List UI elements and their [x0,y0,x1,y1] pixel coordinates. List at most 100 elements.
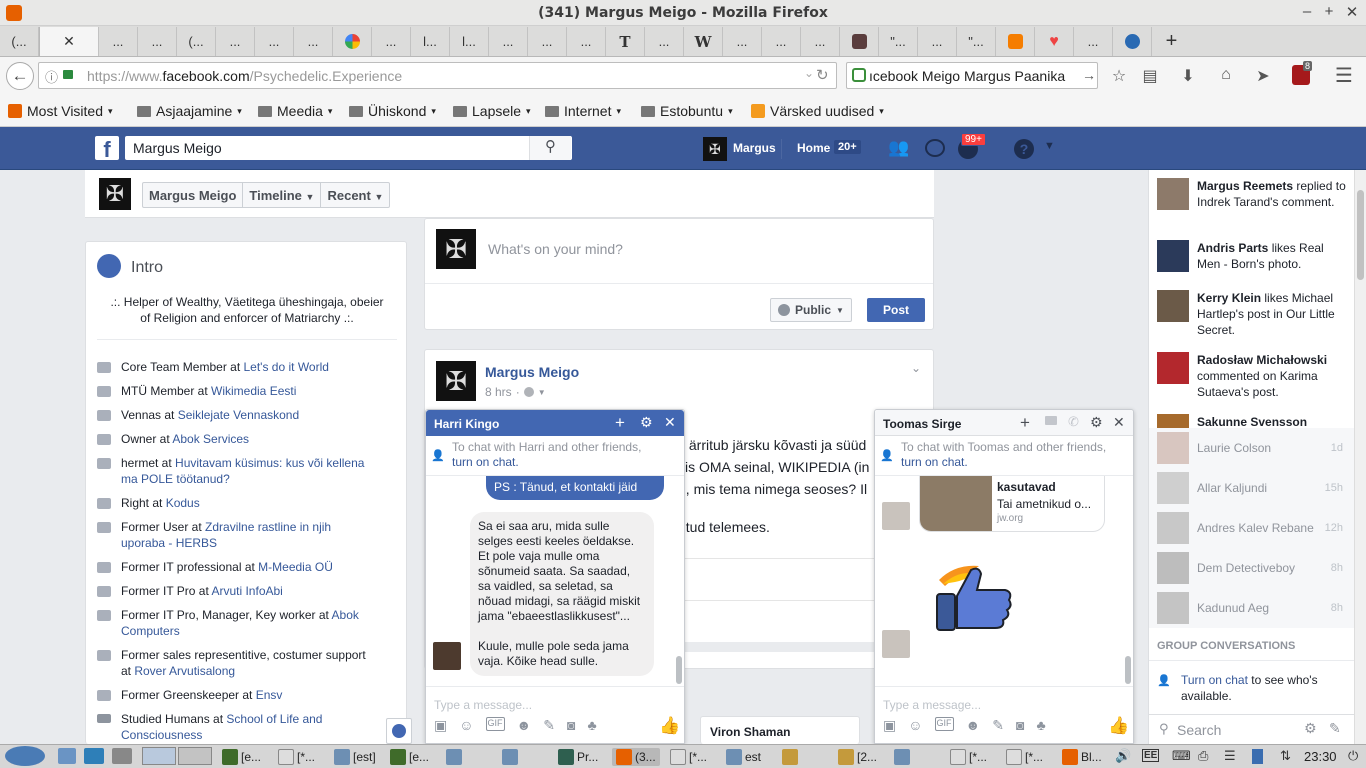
chat-message-input[interactable]: Type a message... [883,698,981,712]
gear-icon[interactable]: ⚙ [640,414,653,431]
intro-item-link[interactable]: Seiklejate Vennaskond [178,408,299,422]
recent-button[interactable]: Recent ▼ [321,183,389,207]
intro-item-link[interactable]: Let's do it World [244,360,329,374]
post-time[interactable]: 8 hrs [485,385,512,399]
taskbar-item[interactable]: [e... [390,748,429,766]
chat-contact-name[interactable]: Toomas Sirge [883,417,961,431]
shared-link-card[interactable]: kasutavad Tai ametnikud o... jw.org [919,476,1105,532]
post-button[interactable]: Post [867,298,925,322]
home-link[interactable]: Home [797,141,830,155]
friend-row[interactable]: Kadunud Aeg 8h [1157,592,1343,624]
tab-wikipedia[interactable]: W [684,27,723,56]
taskbar-item[interactable]: [e... [222,748,261,766]
intro-item-link[interactable]: Abok Services [172,432,249,446]
tab[interactable]: (... [177,27,216,56]
dropdown-icon[interactable]: ⌄ [804,66,814,80]
close-tab-icon[interactable]: ✕ [63,33,75,50]
bookmark-folder[interactable]: Internet ▾ [545,103,621,119]
tab[interactable]: ... [723,27,762,56]
close-icon[interactable]: ✕ [664,414,676,431]
workspace-2[interactable] [178,747,212,765]
facebook-search-input[interactable]: Margus Meigo [133,140,222,156]
profile-name-button[interactable]: Margus Meigo [143,183,244,207]
intro-item-link[interactable]: Ensv [256,688,283,702]
account-menu-icon[interactable]: ▼ [1044,140,1055,152]
tab[interactable]: (... [0,27,39,56]
taskbar-item[interactable]: [*... [950,748,987,766]
bookmark-star-icon[interactable]: ☆ [1108,66,1130,86]
printer-icon[interactable]: ⎙ [1198,748,1208,764]
sticker-icon[interactable]: ☺ [459,717,473,734]
help-icon[interactable]: ? [1014,139,1034,159]
home-icon[interactable]: ⌂ [1215,66,1237,84]
attachment-icon[interactable]: ✎ [543,717,555,734]
chat-contact-name[interactable]: Harri Kingo [434,417,499,431]
chat-header[interactable]: Harri Kingo + ⚙ ✕ [426,410,684,436]
intro-item-link[interactable]: Rover Arvutisalong [134,664,235,678]
url-bar[interactable]: ⓘ https://www.facebook.com/Psychedelic.E… [38,62,837,89]
new-tab-button[interactable]: + [1152,27,1191,56]
tab[interactable]: ... [216,27,255,56]
search-icon[interactable]: ⚲ [529,136,571,160]
bookmark-folder[interactable]: Lapsele ▾ [453,103,531,119]
game-icon[interactable]: ♣ [1036,717,1045,734]
page-scrollbar[interactable] [1354,170,1366,744]
tab[interactable]: ... [138,27,177,56]
ticker-item[interactable]: Sakunne Svensson [1157,414,1347,428]
ticker-actor[interactable]: Kerry Klein [1197,291,1261,305]
post-author[interactable]: Margus Meigo [485,364,579,380]
ticker-actor[interactable]: Andris Parts [1197,241,1268,255]
tab[interactable]: ... [1074,27,1113,56]
minimize-icon[interactable]: – [1297,3,1317,20]
tab[interactable]: l... [411,27,450,56]
ticker-item[interactable]: Radosław Michałowski commented on Karima… [1157,352,1347,400]
composer-input[interactable]: What's on your mind? [488,241,623,257]
facebook-search[interactable]: Margus Meigo ⚲ [125,136,572,160]
download-icon[interactable]: ⬇ [1177,66,1199,86]
ticker-item[interactable]: Kerry Klein likes Michael Hartlep's post… [1157,290,1347,338]
bookmark-folder[interactable]: Asjaajamine ▾ [137,103,242,119]
privacy-globe-button[interactable] [386,718,412,744]
camera-icon[interactable]: ◙ [567,717,575,734]
sticker-icon[interactable]: ☺ [908,717,922,734]
network-icon[interactable]: ⇅ [1280,748,1291,764]
taskbar-item[interactable] [446,748,462,766]
attachment-icon[interactable]: ✎ [992,717,1004,734]
volume-icon[interactable]: 🔊 [1115,748,1131,764]
post-options-icon[interactable]: ⌄ [911,361,921,375]
tab[interactable] [840,27,879,56]
keyboard-icon[interactable]: ⌨ [1172,748,1191,764]
taskbar-item[interactable]: [*... [670,748,707,766]
new-message-icon[interactable]: ✎ [1329,720,1341,737]
keyboard-layout-icon[interactable]: EE [1142,749,1160,762]
tab[interactable]: ... [645,27,684,56]
turn-on-chat-link[interactable]: Turn on chat [1181,673,1248,687]
gif-icon[interactable]: GIF [485,717,505,731]
bookmark-folder[interactable]: Meedia ▾ [258,103,332,119]
clock[interactable]: 23:30 [1304,749,1337,764]
camera-icon[interactable]: ◙ [1016,717,1024,734]
tab[interactable] [1113,27,1152,56]
gear-icon[interactable]: ⚙ [1304,720,1317,737]
taskbar-item-active[interactable]: (3... [612,748,660,766]
reading-list-icon[interactable]: ▤ [1139,66,1161,86]
profile-link[interactable]: Margus [733,141,776,155]
intro-item-link[interactable]: M-Meedia OÜ [258,560,333,574]
menu-icon[interactable]: ☰ [1333,63,1355,88]
bookmark-folder[interactable]: Ühiskond ▾ [349,103,436,119]
ticker-item-partial[interactable]: Sakunne Svensson [1149,410,1355,428]
phone-icon[interactable]: ✆ [1068,414,1079,430]
window-switcher-icon[interactable] [112,748,132,764]
send-icon[interactable]: ➤ [1252,66,1274,86]
bookmark-rss[interactable]: Värsked uudised ▾ [751,103,884,119]
emoji-icon[interactable]: ☻ [517,717,532,734]
ticker-item[interactable]: Andris Parts likes Real Men - Born's pho… [1157,240,1347,272]
friend-row[interactable]: Allar Kaljundi 15h [1157,472,1343,504]
emoji-icon[interactable]: ☻ [966,717,981,734]
taskbar-item[interactable]: [*... [1006,748,1043,766]
photo-icon[interactable]: ▣ [883,717,896,734]
friend-row[interactable]: Dem Detectiveboy 8h [1157,552,1343,584]
taskbar-item[interactable]: Bl... [1062,748,1102,766]
friend-row[interactable]: Andres Kalev Rebane 12h [1157,512,1343,544]
close-icon[interactable]: ✕ [1113,414,1125,431]
